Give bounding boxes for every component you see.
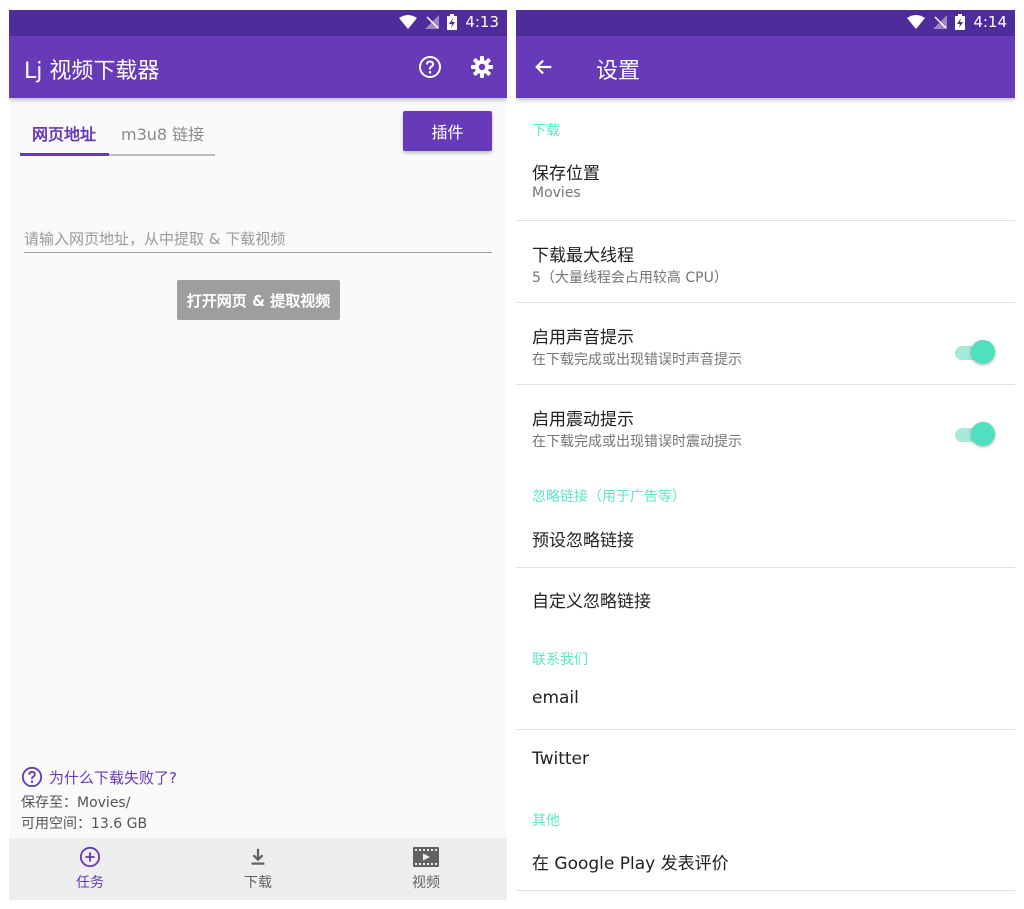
help-circle-icon (21, 766, 43, 788)
settings-app-bar: 设置 (516, 36, 1015, 98)
pref-title: email (532, 688, 579, 708)
vibrate-toggle[interactable] (955, 422, 995, 446)
nav-videos-label: 视频 (412, 875, 440, 891)
pref-title: 自定义忽略链接 (532, 592, 651, 612)
divider (516, 567, 1015, 568)
film-icon (413, 847, 439, 867)
app-title: Lj 视频下载器 (24, 59, 160, 84)
clock: 4:14 (973, 13, 1007, 31)
pref-title: 下载最大线程 (532, 246, 634, 266)
divider (516, 729, 1015, 730)
source-tabs: 网页地址 m3u8 链接 (20, 114, 215, 156)
wifi-icon (399, 15, 418, 29)
tab-m3u8[interactable]: m3u8 链接 (121, 121, 204, 145)
section-download: 下载 (532, 123, 560, 139)
help-link[interactable]: 为什么下载失败了? (21, 766, 177, 788)
no-signal-icon (425, 15, 440, 29)
main-screen: 4:13 Lj 视频下载器 网页地址 m3u8 链接 插件 请输入网页地址，从中… (9, 10, 507, 900)
gear-icon[interactable] (468, 53, 496, 81)
plugin-button[interactable]: 插件 (403, 111, 492, 151)
pref-title: 启用震动提示 (532, 410, 634, 430)
pref-summary: 在下载完成或出现错误时震动提示 (532, 434, 742, 450)
bottom-navigation: 任务 下载 视频 (9, 838, 507, 900)
status-bar: 4:14 (516, 10, 1015, 36)
battery-charging-icon (447, 14, 458, 30)
divider (516, 384, 1015, 385)
switch-thumb (971, 422, 995, 446)
pref-max-threads[interactable]: 下载最大线程 5（大量线程会占用较高 CPU） (516, 232, 1015, 302)
settings-title: 设置 (596, 59, 641, 84)
pref-vibrate-alert[interactable]: 启用震动提示 在下载完成或出现错误时震动提示 (516, 396, 1015, 466)
settings-screen: 4:14 设置 下载 保存位置 Movies 下载最大线程 5（大量线程会占用较… (516, 10, 1015, 900)
wifi-icon (907, 15, 926, 29)
pref-summary: 在下载完成或出现错误时声音提示 (532, 352, 742, 368)
section-other: 其他 (532, 813, 560, 829)
no-signal-icon (933, 15, 948, 29)
pref-twitter[interactable]: Twitter (516, 738, 1015, 790)
pref-title: 在 Google Play 发表评价 (532, 854, 729, 874)
sound-toggle[interactable] (955, 340, 995, 364)
nav-tasks-label: 任务 (76, 875, 104, 891)
open-and-extract-button[interactable]: 打开网页 & 提取视频 (177, 280, 340, 320)
free-space-text: 可用空间：13.6 GB (21, 816, 148, 832)
battery-charging-icon (955, 14, 966, 30)
pref-custom-ignore[interactable]: 自定义忽略链接 (516, 576, 1015, 628)
nav-downloads-label: 下载 (244, 875, 272, 891)
pref-preset-ignore[interactable]: 预设忽略链接 (516, 515, 1015, 567)
pref-rate-google-play[interactable]: 在 Google Play 发表评价 (516, 838, 1015, 890)
clock: 4:13 (465, 13, 499, 31)
nav-downloads[interactable]: 下载 (218, 846, 298, 892)
pref-sound-alert[interactable]: 启用声音提示 在下载完成或出现错误时声音提示 (516, 314, 1015, 384)
help-link-label: 为什么下载失败了? (49, 768, 177, 787)
add-circle-icon (79, 846, 101, 868)
help-circle-icon[interactable] (416, 53, 444, 81)
section-ignore-links: 忽略链接（用于广告等） (532, 489, 686, 505)
pref-title: 启用声音提示 (532, 328, 634, 348)
save-path-text: 保存至：Movies/ (21, 795, 131, 811)
divider (516, 220, 1015, 221)
divider (516, 890, 1015, 891)
url-input[interactable]: 请输入网页地址，从中提取 & 下载视频 (24, 225, 492, 253)
status-bar: 4:13 (9, 10, 507, 36)
download-icon (251, 848, 265, 865)
tab-web-url[interactable]: 网页地址 (32, 121, 96, 145)
arrow-back-icon[interactable] (530, 53, 558, 81)
pref-summary: 5（大量线程会占用较高 CPU） (532, 270, 728, 286)
nav-videos[interactable]: 视频 (386, 846, 466, 892)
pref-title: 预设忽略链接 (532, 531, 634, 551)
pref-summary: Movies (532, 185, 581, 201)
nav-tasks[interactable]: 任务 (50, 846, 130, 892)
section-contact: 联系我们 (532, 652, 588, 668)
app-bar: Lj 视频下载器 (9, 36, 507, 98)
divider (516, 302, 1015, 303)
tab-indicator (20, 153, 109, 156)
switch-thumb (971, 340, 995, 364)
pref-save-location[interactable]: 保存位置 Movies (516, 150, 1015, 220)
pref-email[interactable]: email (516, 677, 1015, 729)
pref-title: 保存位置 (532, 164, 600, 184)
pref-title: Twitter (532, 749, 589, 769)
